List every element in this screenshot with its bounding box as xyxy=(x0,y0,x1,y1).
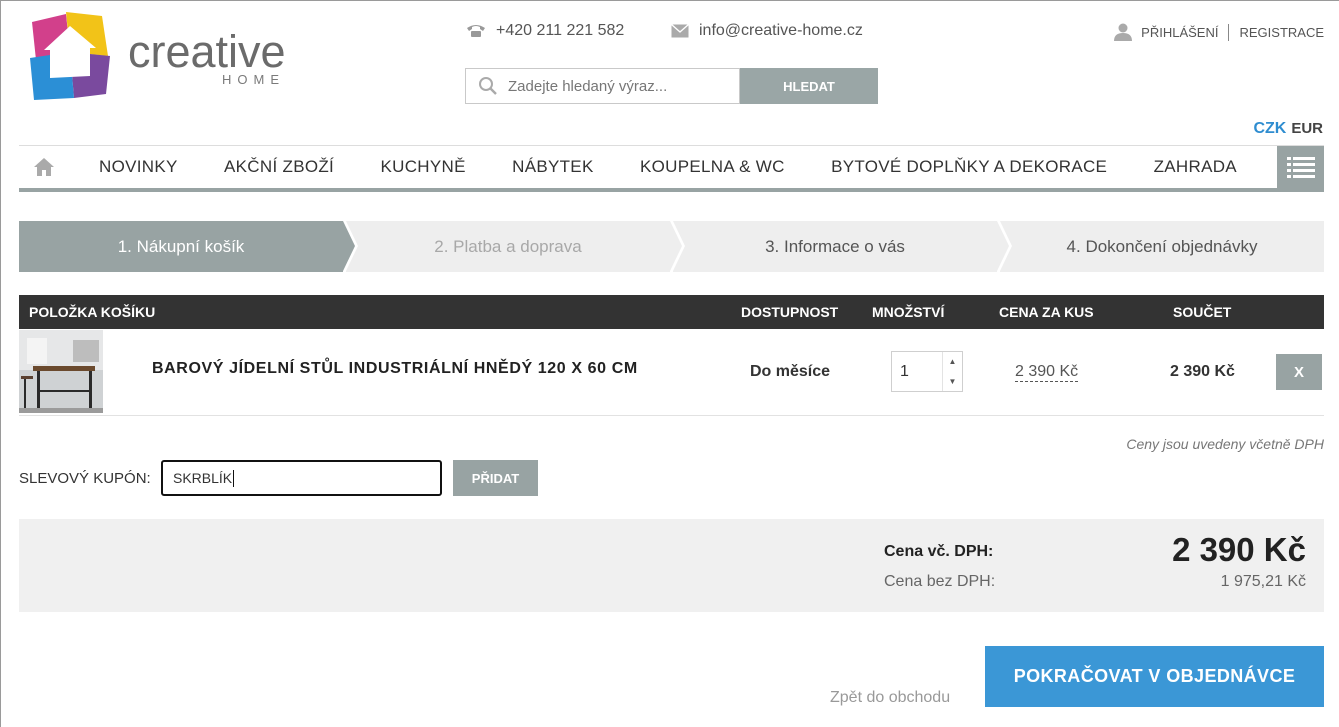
price-without-vat: 1 975,21 Kč xyxy=(1220,573,1306,590)
header-unit-price: CENA ZA KUS xyxy=(999,304,1094,320)
row-total: 2 390 Kč xyxy=(1170,363,1235,380)
price-without-vat-label: Cena bez DPH: xyxy=(884,573,996,590)
add-coupon-button[interactable]: PŘIDAT xyxy=(453,460,538,496)
search-bar: Zadejte hledaný výraz... HLEDAT xyxy=(465,68,878,104)
price-with-vat-label: Cena vč. DPH: xyxy=(884,543,994,560)
remove-item-button[interactable]: X xyxy=(1276,354,1322,390)
contact-email[interactable]: info@creative-home.cz xyxy=(671,22,863,40)
product-thumbnail[interactable] xyxy=(19,330,103,413)
search-input[interactable]: Zadejte hledaný výraz... xyxy=(465,68,740,104)
quantity-up-icon[interactable]: ▲ xyxy=(943,352,962,372)
checkout-steps: 1. Nákupní košík 2. Platba a doprava 3. … xyxy=(19,221,1324,272)
product-name-link[interactable]: BAROVÝ JÍDELNÍ STŮL INDUSTRIÁLNÍ HNĚDÝ 1… xyxy=(152,360,638,378)
search-placeholder: Zadejte hledaný výraz... xyxy=(508,77,668,95)
step-info: 3. Informace o vás xyxy=(673,221,1009,272)
phone-number: +420 211 221 582 xyxy=(496,22,625,39)
search-button[interactable]: HLEDAT xyxy=(740,68,878,104)
nav-item-kuchyne[interactable]: KUCHYNĚ xyxy=(380,157,465,177)
list-menu-icon xyxy=(1286,157,1315,178)
auth-links: PŘIHLÁŠENÍ REGISTRACE xyxy=(1113,23,1324,41)
text-caret xyxy=(233,469,235,487)
nav-item-akcni-zbozi[interactable]: AKČNÍ ZBOŽÍ xyxy=(224,157,334,177)
step-cart[interactable]: 1. Nákupní košík xyxy=(19,221,355,272)
nav-items: NOVINKY AKČNÍ ZBOŽÍ KUCHYNĚ NÁBYTEK KOUP… xyxy=(69,157,1277,177)
menu-button[interactable] xyxy=(1277,145,1324,189)
contact-phone[interactable]: +420 211 221 582 xyxy=(466,22,624,40)
step-finish-label: 4. Dokončení objednávky xyxy=(1066,236,1258,256)
quantity-input[interactable]: 1 xyxy=(892,352,942,391)
logo-wordmark: creative xyxy=(128,26,286,77)
quantity-arrows: ▲ ▼ xyxy=(942,352,962,391)
step-arrow xyxy=(670,221,682,271)
continue-order-button[interactable]: POKRAČOVAT V OBJEDNÁVCE xyxy=(985,646,1324,707)
coupon-input[interactable]: SKRBLÍK xyxy=(161,460,442,496)
header-availability: DOSTUPNOST xyxy=(741,304,839,320)
main-navigation: NOVINKY AKČNÍ ZBOŽÍ KUCHYNĚ NÁBYTEK KOUP… xyxy=(19,145,1324,192)
currency-czk[interactable]: CZK xyxy=(1253,120,1286,138)
price-with-vat: 2 390 Kč xyxy=(1172,531,1306,568)
step-finish: 4. Dokončení objednávky xyxy=(1000,221,1324,272)
nav-item-bytove-doplnky[interactable]: BYTOVÉ DOPLŇKY A DEKORACE xyxy=(831,157,1107,177)
coupon-value: SKRBLÍK xyxy=(173,470,233,486)
availability-value: Do měsíce xyxy=(750,363,831,380)
quantity-down-icon[interactable]: ▼ xyxy=(943,372,962,392)
table-row: BAROVÝ JÍDELNÍ STŮL INDUSTRIÁLNÍ HNĚDÝ 1… xyxy=(19,329,1324,416)
auth-divider xyxy=(1228,23,1230,41)
step-arrow xyxy=(997,221,1009,271)
search-icon xyxy=(479,77,497,95)
step-payment-label: 2. Platba a doprava xyxy=(434,236,582,256)
nav-item-novinky[interactable]: NOVINKY xyxy=(99,157,178,177)
nav-item-nabytek[interactable]: NÁBYTEK xyxy=(512,157,593,177)
unit-price: 2 390 Kč xyxy=(1015,363,1079,382)
nav-item-zahrada[interactable]: ZAHRADA xyxy=(1154,157,1237,177)
back-to-shop-link[interactable]: Zpět do obchodu xyxy=(830,689,950,707)
header-item: POLOŽKA KOŠÍKU xyxy=(29,304,156,320)
cart-table-header: POLOŽKA KOŠÍKU DOSTUPNOST MNOŽSTVÍ CENA … xyxy=(19,295,1324,329)
home-icon xyxy=(34,158,54,176)
step-arrow xyxy=(343,221,355,271)
nav-item-koupelna[interactable]: KOUPELNA & WC xyxy=(640,157,785,177)
logo[interactable]: creative HOME xyxy=(30,12,290,102)
currency-eur[interactable]: EUR xyxy=(1291,120,1323,138)
login-link[interactable]: PŘIHLÁŠENÍ xyxy=(1141,25,1218,40)
phone-icon xyxy=(467,25,485,37)
mail-icon xyxy=(671,24,689,38)
register-link[interactable]: REGISTRACE xyxy=(1239,25,1324,40)
vat-note: Ceny jsou uvedeny včetně DPH xyxy=(1126,436,1324,452)
step-payment: 2. Platba a doprava xyxy=(346,221,682,272)
product-image xyxy=(19,330,103,413)
coupon-label: SLEVOVÝ KUPÓN: xyxy=(19,470,151,487)
logo-subtitle: HOME xyxy=(222,72,285,87)
user-icon xyxy=(1114,23,1133,41)
step-info-label: 3. Informace o vás xyxy=(765,236,905,256)
currency-switcher: CZK EUR xyxy=(1253,120,1323,138)
email-address: info@creative-home.cz xyxy=(699,22,863,39)
header-quantity: MNOŽSTVÍ xyxy=(872,304,945,320)
header-total: SOUČET xyxy=(1173,304,1232,320)
nav-home[interactable] xyxy=(19,146,69,188)
step-cart-label: 1. Nákupní košík xyxy=(117,236,245,256)
quantity-stepper[interactable]: 1 ▲ ▼ xyxy=(891,351,963,392)
logo-house-icon xyxy=(30,12,110,100)
price-summary: Cena vč. DPH: 2 390 Kč Cena bez DPH: 1 9… xyxy=(19,519,1324,612)
